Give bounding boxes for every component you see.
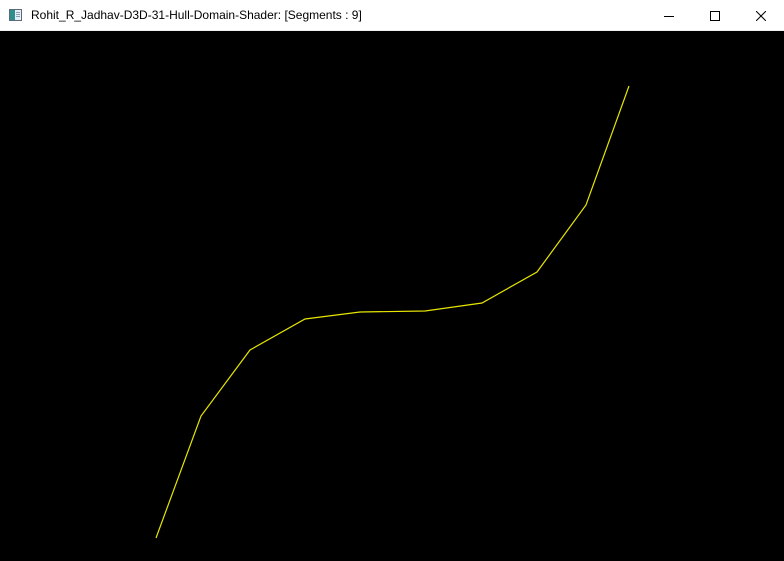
title-bar[interactable]: Rohit_R_Jadhav-D3D-31-Hull-Domain-Shader… bbox=[0, 0, 784, 31]
render-viewport[interactable] bbox=[0, 31, 784, 561]
close-icon bbox=[756, 10, 766, 21]
app-window: Rohit_R_Jadhav-D3D-31-Hull-Domain-Shader… bbox=[0, 0, 784, 561]
maximize-icon bbox=[710, 10, 720, 21]
render-canvas bbox=[155, 85, 630, 539]
minimize-button[interactable] bbox=[646, 0, 692, 31]
window-title: Rohit_R_Jadhav-D3D-31-Hull-Domain-Shader… bbox=[31, 8, 362, 22]
application-window-icon[interactable] bbox=[9, 9, 22, 21]
tessellated-bezier-curve bbox=[155, 85, 630, 539]
close-button[interactable] bbox=[738, 0, 784, 31]
minimize-icon bbox=[664, 11, 674, 21]
maximize-button[interactable] bbox=[692, 0, 738, 31]
